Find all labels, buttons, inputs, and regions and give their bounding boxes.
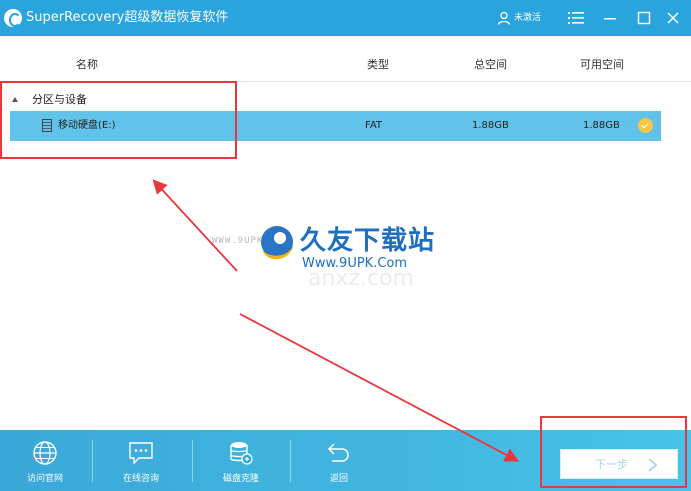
chat-icon (127, 439, 155, 467)
user-icon[interactable] (497, 11, 511, 25)
column-name[interactable]: 名称 (76, 58, 98, 72)
online-chat-button[interactable]: 在线咨询 (96, 430, 186, 491)
separator (192, 440, 193, 482)
minimize-icon (604, 18, 616, 20)
drive-total-space: 1.88GB (472, 120, 509, 131)
disk-clone-button[interactable]: 磁盘克隆 (196, 430, 286, 491)
visit-website-button[interactable]: 访问官网 (0, 430, 90, 491)
app-title: SuperRecovery超级数据恢复软件 (26, 10, 229, 25)
watermark-brand: 久友下载站 (300, 226, 436, 256)
drive-type: FAT (365, 120, 383, 131)
disk-clone-label: 磁盘克隆 (222, 474, 259, 484)
title-bar[interactable]: SuperRecovery超级数据恢复软件 未激活 (0, 0, 691, 36)
separator (290, 440, 291, 482)
drive-free-space: 1.88GB (583, 120, 620, 131)
back-button[interactable]: 返回 (294, 430, 384, 491)
selected-check-icon[interactable] (638, 118, 653, 133)
disk-clone-icon (227, 439, 255, 467)
annotation-box (0, 81, 237, 159)
column-total-space[interactable]: 总空间 (474, 58, 507, 72)
close-icon (667, 12, 679, 24)
visit-website-label: 访问官网 (26, 474, 63, 484)
maximize-icon (637, 11, 651, 25)
watermark: WWW.9UPK.COM 久友下载站 Www.9UPK.Com anxz.com (212, 218, 462, 298)
watermark-faint: anxz.com (308, 266, 414, 291)
watermark-emblem-icon (261, 226, 294, 260)
activation-status[interactable]: 未激活 (514, 11, 541, 25)
globe-icon (31, 439, 59, 467)
close-button[interactable] (663, 8, 683, 28)
column-free-space[interactable]: 可用空间 (580, 58, 624, 72)
maximize-button[interactable] (634, 8, 654, 28)
app-logo-icon (4, 9, 22, 27)
back-arrow-icon (325, 439, 353, 467)
minimize-button[interactable] (600, 8, 620, 28)
table-header: 名称 类型 总空间 可用空间 (0, 48, 691, 82)
online-chat-label: 在线咨询 (122, 474, 159, 484)
column-type[interactable]: 类型 (367, 58, 389, 72)
back-label: 返回 (329, 474, 348, 484)
menu-button[interactable] (566, 8, 586, 28)
app-window: SuperRecovery超级数据恢复软件 未激活 名称 类型 总空间 可用空间… (0, 0, 691, 491)
separator (92, 440, 93, 482)
menu-icon (568, 12, 584, 24)
annotation-box (540, 416, 687, 488)
